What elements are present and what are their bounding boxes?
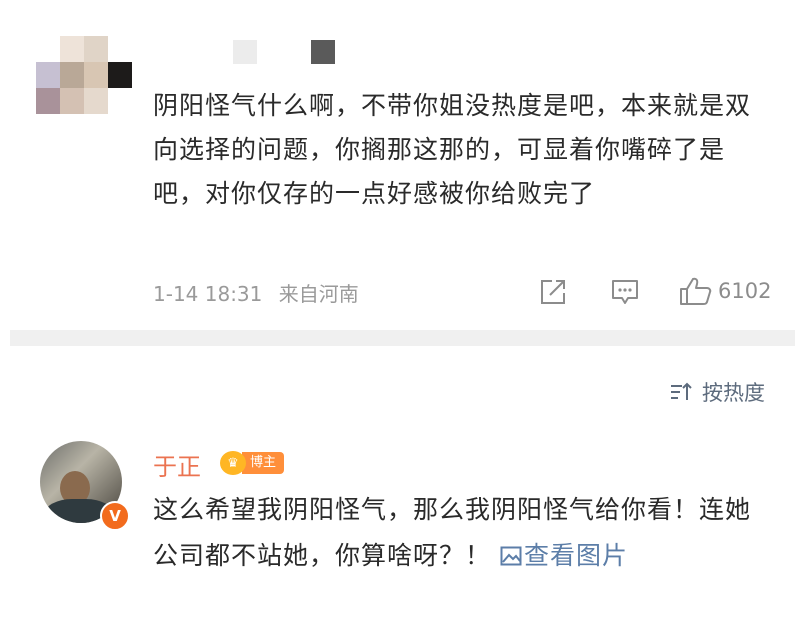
comment-location: 来自河南: [278, 282, 359, 306]
reply-body: 这么希望我阴阳怪气，那么我阴阳怪气给你看！连她公司都不站她，你算啥呀？！ 查看图…: [153, 487, 763, 579]
comment-meta: 1-14 18:31 来自河南: [153, 278, 369, 307]
crown-icon: ♛: [220, 451, 246, 475]
share-icon[interactable]: [538, 278, 568, 306]
username-blurred[interactable]: [233, 40, 343, 64]
sort-label: 按热度: [702, 381, 765, 405]
sort-icon: [670, 382, 692, 402]
avatar[interactable]: [36, 36, 136, 114]
blogger-badge: ♛ 博主: [220, 450, 285, 476]
image-icon: [500, 535, 522, 566]
view-image-link[interactable]: 查看图片: [500, 541, 628, 570]
reply-text: 这么希望我阴阳怪气，那么我阴阳怪气给你看！连她公司都不站她，你算啥呀？！: [153, 495, 752, 570]
sort-by-hot-button[interactable]: 按热度: [670, 377, 765, 407]
verified-badge-icon: V: [100, 501, 130, 531]
comment-time: 1-14 18:31: [153, 282, 263, 306]
view-image-label: 查看图片: [523, 541, 628, 570]
comment-icon[interactable]: [610, 278, 640, 306]
author-name[interactable]: 于正: [153, 447, 201, 482]
like-count: 6102: [718, 279, 772, 303]
blogger-badge-label: 博主: [242, 452, 285, 474]
section-divider: [10, 330, 795, 346]
like-icon[interactable]: [678, 276, 714, 306]
comment-text: 阴阳怪气什么啊，不带你姐没热度是吧，本来就是双向选择的问题，你搁那这那的，可显着…: [153, 91, 752, 208]
